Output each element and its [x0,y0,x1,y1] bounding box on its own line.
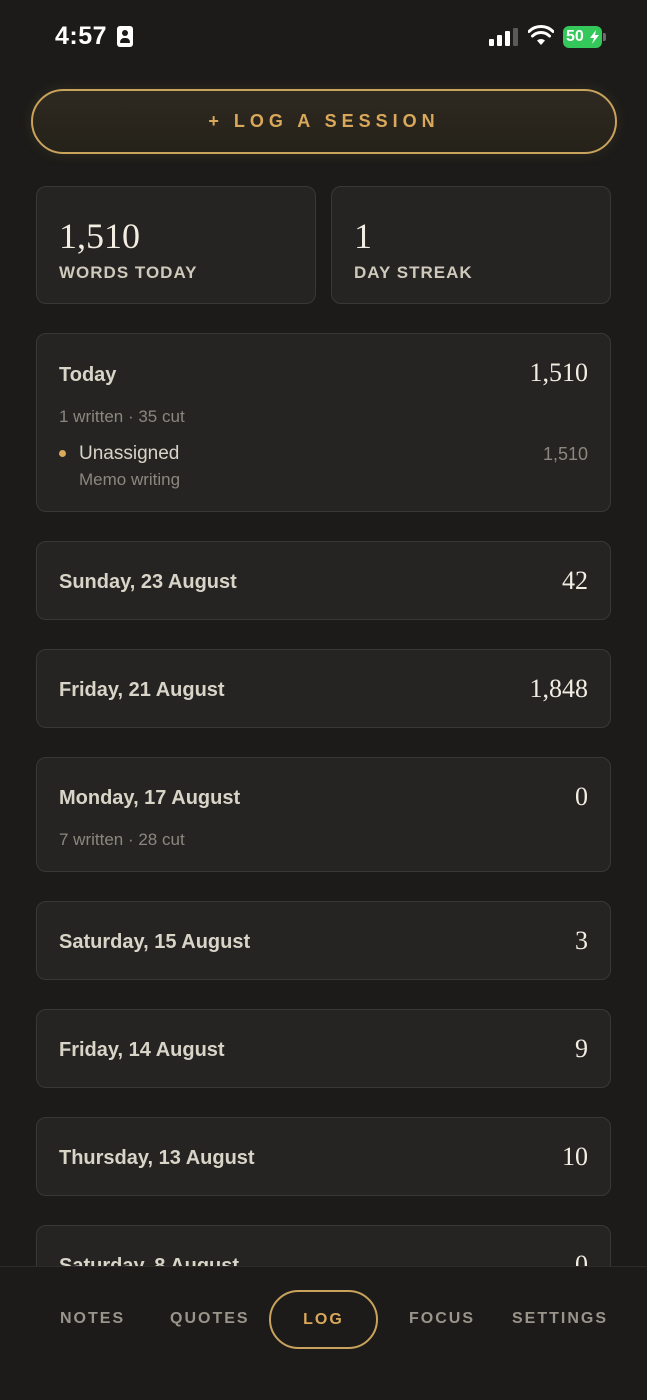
day-card[interactable]: Sunday, 23 August 42 [36,541,611,620]
day-title: Today [59,364,117,386]
words-today-value: 1,510 [59,216,140,256]
day-title: Friday, 14 August [59,1039,225,1061]
tab-log[interactable]: LOG [269,1290,378,1349]
day-card[interactable]: Friday, 21 August 1,848 [36,649,611,728]
day-word-count: 1,510 [529,358,589,387]
entry-project: Unassigned [79,443,180,464]
bottom-tab-bar: NOTES QUOTES LOG FOCUS SETTINGS [0,1266,647,1400]
tab-quotes[interactable]: QUOTES [170,1310,250,1328]
day-word-count: 1,848 [529,674,589,703]
day-card[interactable]: Saturday, 15 August 3 [36,901,611,980]
day-title: Friday, 21 August [59,679,225,701]
day-title: Thursday, 13 August [59,1147,255,1169]
tab-notes[interactable]: NOTES [60,1310,125,1328]
project-dot-icon [59,450,66,457]
log-session-button[interactable]: + LOG A SESSION [31,89,617,154]
day-title: Saturday, 15 August [59,931,251,953]
day-title: Monday, 17 August [59,787,241,809]
day-card[interactable]: Saturday, 8 August 0 [36,1225,611,1267]
log-session-label: + LOG A SESSION [208,111,440,131]
words-today-card: 1,510 WORDS TODAY [36,186,316,304]
tab-log-label: LOG [303,1310,344,1328]
tab-focus[interactable]: FOCUS [409,1310,475,1328]
log-scroll-area[interactable]: + LOG A SESSION 1,510 WORDS TODAY 1 DAY … [0,0,647,1267]
day-card-today[interactable]: Today 1,510 1 written · 35 cut Unassigne… [36,333,611,512]
day-streak-label: DAY STREAK [354,263,473,282]
words-today-label: WORDS TODAY [59,263,198,282]
day-summary: 7 written · 28 cut [59,830,185,849]
day-card[interactable]: Friday, 14 August 9 [36,1009,611,1088]
day-word-count: 0 [575,1250,588,1267]
entry-note: Memo writing [79,470,181,489]
app-screen: 4:57 50 + LOG A SESSION 1,510 WORDS TODA… [0,0,647,1400]
day-word-count: 42 [562,566,588,595]
day-summary: 1 written · 35 cut [59,407,185,426]
day-streak-value: 1 [354,216,372,256]
day-word-count: 9 [575,1034,588,1063]
day-word-count: 10 [562,1142,588,1171]
day-card[interactable]: Monday, 17 August 0 7 written · 28 cut [36,757,611,872]
day-title: Sunday, 23 August [59,571,237,593]
day-card[interactable]: Thursday, 13 August 10 [36,1117,611,1196]
entry-word-count: 1,510 [542,444,588,464]
day-word-count: 3 [575,926,588,955]
day-streak-card: 1 DAY STREAK [331,186,611,304]
tab-settings[interactable]: SETTINGS [512,1310,608,1328]
day-word-count: 0 [575,782,588,811]
